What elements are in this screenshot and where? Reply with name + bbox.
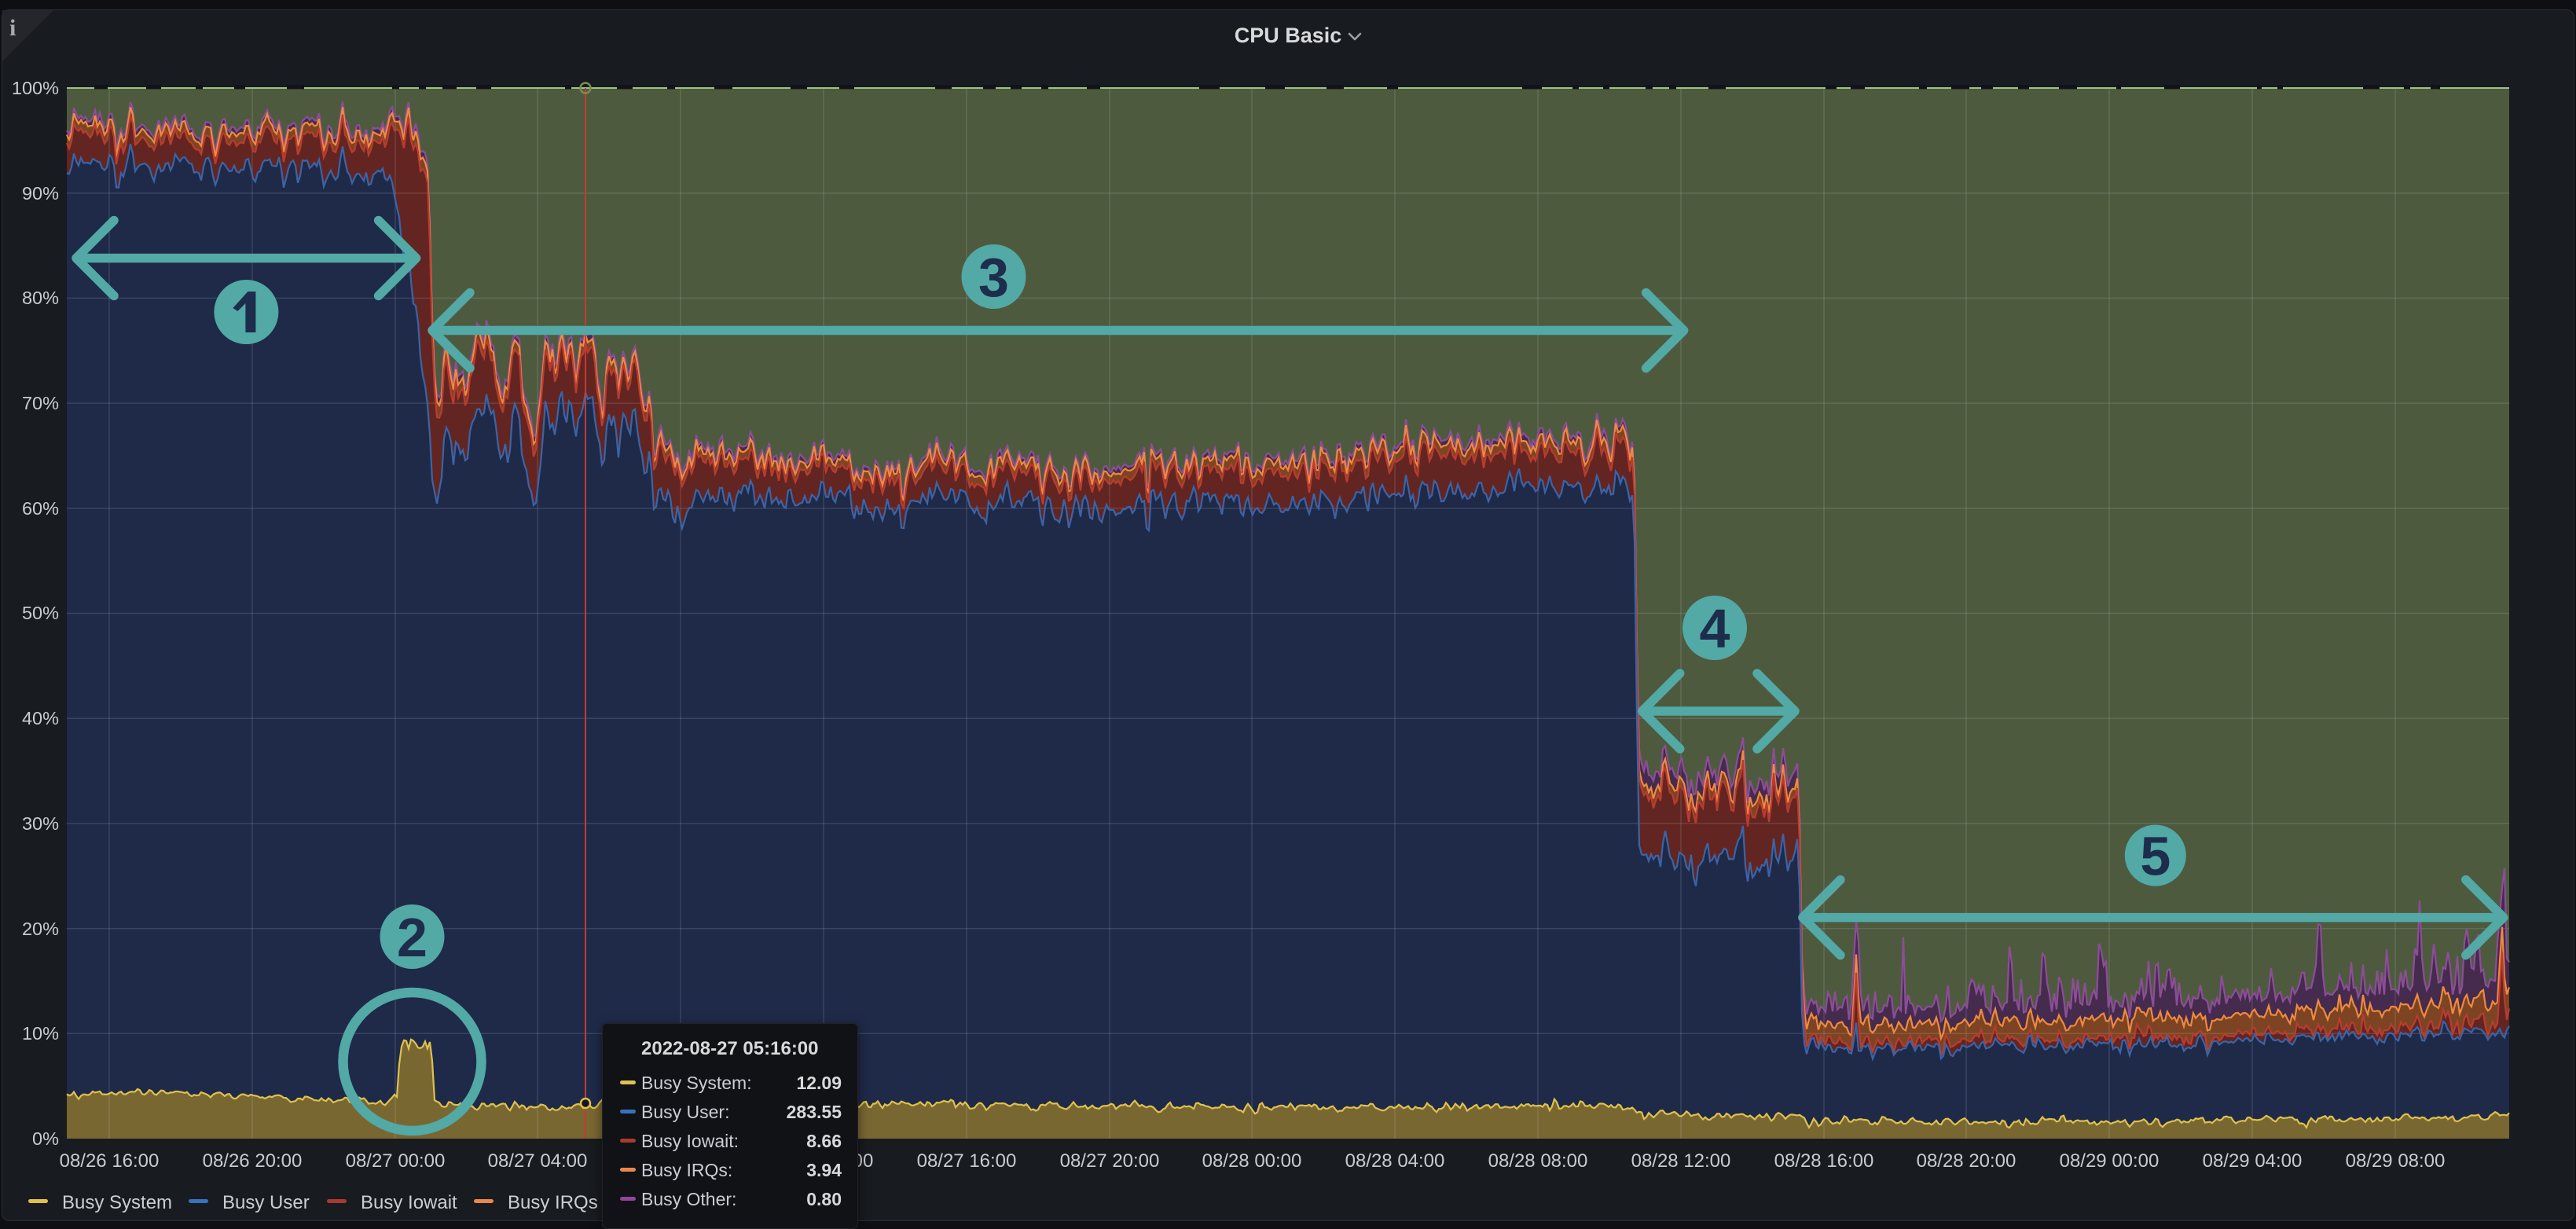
svg-text:08/28 16:00: 08/28 16:00 [1774, 1150, 1874, 1172]
svg-text:0%: 0% [32, 1128, 59, 1149]
svg-text:90%: 90% [22, 183, 59, 204]
svg-text:40%: 40% [22, 708, 59, 728]
svg-text:08/29 04:00: 08/29 04:00 [2203, 1150, 2303, 1172]
svg-text:60%: 60% [22, 498, 59, 519]
svg-text:08/27 04:00: 08/27 04:00 [488, 1150, 588, 1172]
svg-text:10%: 10% [22, 1023, 59, 1044]
svg-text:08/26 20:00: 08/26 20:00 [203, 1150, 303, 1172]
svg-text:80%: 80% [22, 288, 59, 308]
svg-text:100%: 100% [12, 78, 59, 98]
svg-text:08/29 00:00: 08/29 00:00 [2060, 1150, 2160, 1172]
svg-text:08/28 08:00: 08/28 08:00 [1488, 1150, 1588, 1172]
svg-text:2: 2 [397, 907, 427, 968]
svg-text:08/27 00:00: 08/27 00:00 [346, 1150, 446, 1172]
svg-text:08/29 08:00: 08/29 08:00 [2346, 1150, 2446, 1172]
svg-text:08/28 04:00: 08/28 04:00 [1345, 1150, 1445, 1172]
svg-text:08/27 20:00: 08/27 20:00 [1060, 1150, 1160, 1172]
svg-text:08/26 16:00: 08/26 16:00 [60, 1150, 160, 1172]
svg-text:08/28 00:00: 08/28 00:00 [1202, 1150, 1302, 1172]
svg-text:08/27 16:00: 08/27 16:00 [917, 1150, 1017, 1172]
svg-text:4: 4 [1700, 598, 1730, 659]
svg-text:50%: 50% [22, 603, 59, 623]
svg-text:3: 3 [978, 247, 1009, 308]
svg-text:08/28 20:00: 08/28 20:00 [1917, 1150, 2016, 1172]
svg-text:70%: 70% [22, 393, 59, 413]
svg-text:08/28 12:00: 08/28 12:00 [1631, 1150, 1731, 1172]
svg-text:5: 5 [2140, 826, 2171, 887]
svg-text:20%: 20% [22, 919, 59, 939]
svg-text:30%: 30% [22, 813, 59, 834]
